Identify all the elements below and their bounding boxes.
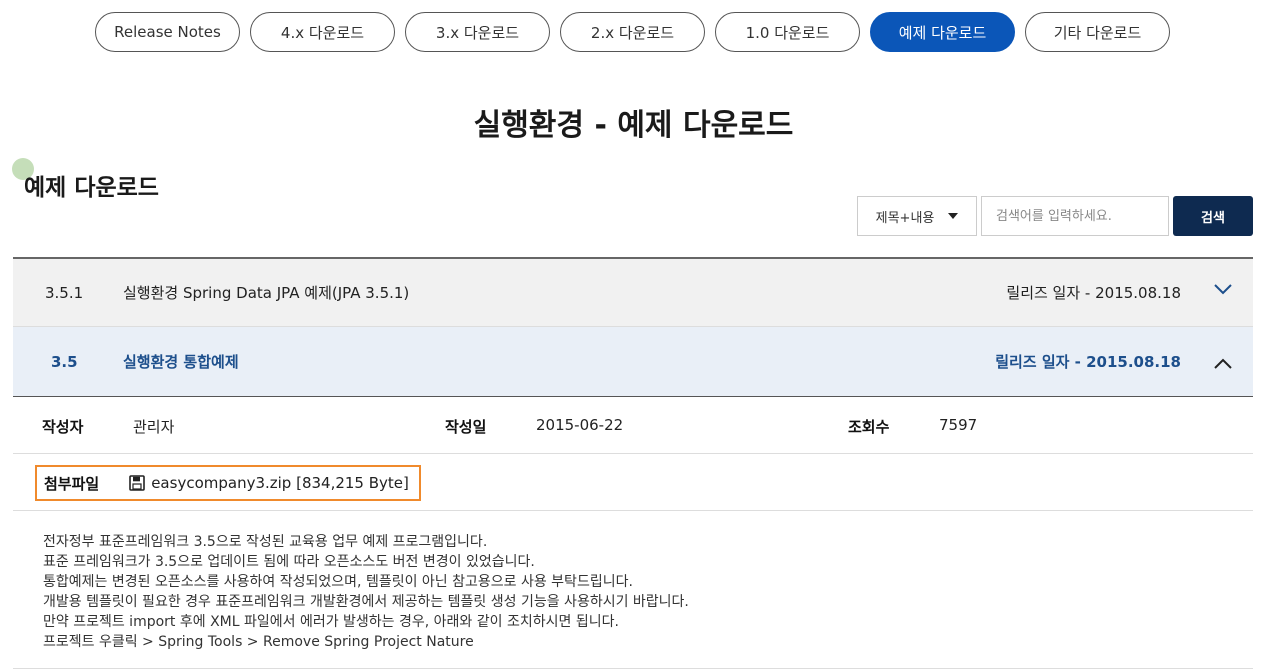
chevron-up-icon[interactable] <box>1213 354 1233 374</box>
tab-3x-download[interactable]: 3.x 다운로드 <box>405 12 550 52</box>
item-release-date: 릴리즈 일자 - 2015.08.18 <box>995 353 1181 371</box>
tab-example-download[interactable]: 예제 다운로드 <box>870 12 1015 52</box>
search-input[interactable] <box>981 196 1169 236</box>
post-meta: 작성자 관리자 작성일 2015-06-22 조회수 7597 <box>13 397 1253 454</box>
description-line: 프로젝트 우클릭 > Spring Tools > Remove Spring … <box>43 634 474 650</box>
search-button[interactable]: 검색 <box>1173 196 1253 236</box>
search-bar: 제목+내용 검색 <box>857 196 1253 236</box>
section-title: 예제 다운로드 <box>24 175 159 201</box>
description-line: 개발용 템플릿이 필요한 경우 표준프레임워크 개발환경에서 제공하는 템플릿 … <box>43 594 689 610</box>
page-title: 실행환경 - 예제 다운로드 <box>473 108 794 143</box>
item-version: 3.5.1 <box>45 283 84 302</box>
views-value: 7597 <box>939 416 978 434</box>
author-value: 관리자 <box>133 418 175 436</box>
search-type-value: 제목+내용 <box>875 210 935 226</box>
attachment-file-link[interactable]: easycompany3.zip [834,215 Byte] <box>151 474 409 492</box>
tab-10-download[interactable]: 1.0 다운로드 <box>715 12 860 52</box>
description-line: 표준 프레임워크가 3.5으로 업데이트 됨에 따라 오픈소스도 버전 변경이 … <box>43 554 535 570</box>
item-title: 실행환경 Spring Data JPA 예제(JPA 3.5.1) <box>123 284 410 302</box>
list-item[interactable]: 3.5 실행환경 통합예제 릴리즈 일자 - 2015.08.18 <box>13 327 1253 397</box>
search-type-select[interactable]: 제목+내용 <box>857 196 977 236</box>
description-line: 전자정부 표준프레임워크 3.5으로 작성된 교육용 업무 예제 프로그램입니다… <box>43 534 488 550</box>
description-line: 만약 프로젝트 import 후에 XML 파일에서 에러가 발생하는 경우, … <box>43 614 619 630</box>
tab-release-notes[interactable]: Release Notes <box>95 12 240 52</box>
views-label: 조회수 <box>848 418 890 436</box>
caret-down-icon <box>948 213 959 219</box>
download-list: 3.5.1 실행환경 Spring Data JPA 예제(JPA 3.5.1)… <box>13 257 1253 397</box>
date-label: 작성일 <box>445 418 487 436</box>
tab-2x-download[interactable]: 2.x 다운로드 <box>560 12 705 52</box>
description-line: 통합예제는 변경된 오픈소스를 사용하여 작성되었으며, 템플릿이 아닌 참고용… <box>43 574 633 590</box>
attachment-box: 첨부파일 easycompany3.zip [834,215 Byte] <box>35 465 421 501</box>
attachment-row: 첨부파일 easycompany3.zip [834,215 Byte] <box>13 455 1253 511</box>
tab-4x-download[interactable]: 4.x 다운로드 <box>250 12 395 52</box>
date-value: 2015-06-22 <box>536 416 624 434</box>
chevron-down-icon[interactable] <box>1213 279 1233 299</box>
floppy-disk-icon <box>129 475 146 491</box>
tab-other-download[interactable]: 기타 다운로드 <box>1025 12 1170 52</box>
post-description: 전자정부 표준프레임워크 3.5으로 작성된 교육용 업무 예제 프로그램입니다… <box>43 532 689 652</box>
divider <box>13 668 1253 669</box>
list-item[interactable]: 3.5.1 실행환경 Spring Data JPA 예제(JPA 3.5.1)… <box>13 259 1253 327</box>
item-version: 3.5 <box>51 352 78 371</box>
download-tabs: Release Notes 4.x 다운로드 3.x 다운로드 2.x 다운로드… <box>95 12 1170 52</box>
item-release-date: 릴리즈 일자 - 2015.08.18 <box>1006 284 1181 302</box>
item-title: 실행환경 통합예제 <box>123 353 239 371</box>
author-label: 작성자 <box>42 418 84 436</box>
attachment-label: 첨부파일 <box>44 474 100 493</box>
